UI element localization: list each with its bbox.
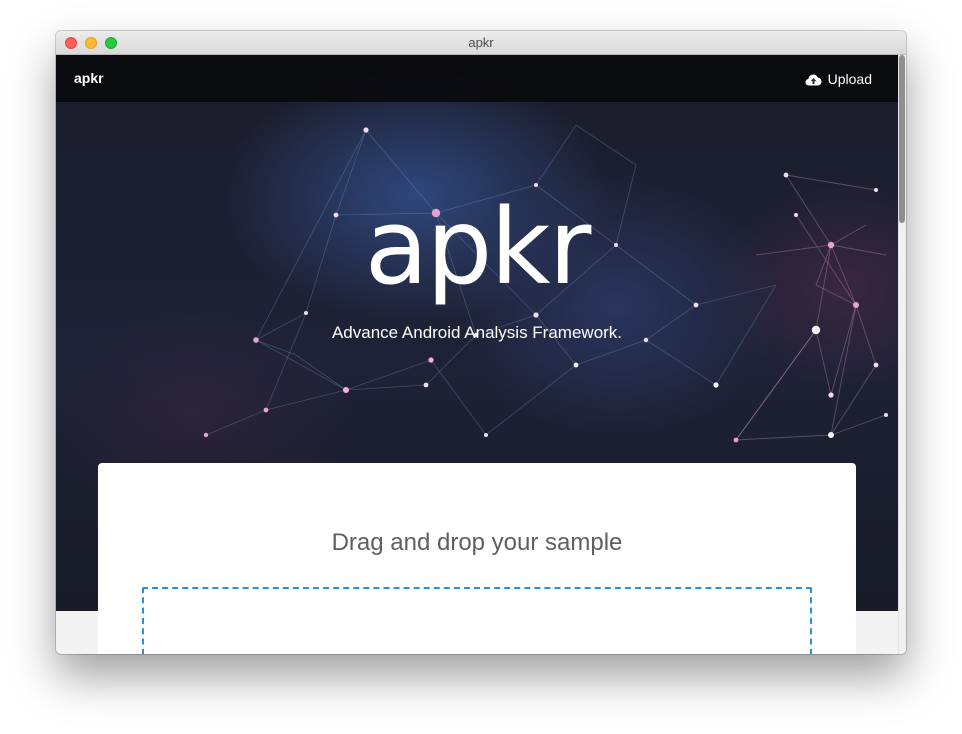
hero-logo: apkr <box>364 186 592 308</box>
scrollbar-thumb[interactable] <box>899 55 905 223</box>
window-title: apkr <box>468 35 494 50</box>
app-window: apkr apkr Upload apkr Advance Android An… <box>56 31 906 654</box>
top-navbar: apkr Upload <box>56 55 898 102</box>
upload-card: Drag and drop your sample <box>98 463 856 654</box>
cloud-upload-icon <box>805 74 822 85</box>
upload-button[interactable]: Upload <box>805 70 872 88</box>
brand-link[interactable]: apkr <box>74 70 104 86</box>
upload-label: Upload <box>827 71 872 87</box>
file-dropzone[interactable] <box>142 587 812 654</box>
hero-tagline: Advance Android Analysis Framework. <box>331 323 623 342</box>
title-bar: apkr <box>56 31 906 55</box>
page-viewport: apkr Upload apkr Advance Android Analysi… <box>56 55 906 654</box>
upload-card-title: Drag and drop your sample <box>331 529 623 556</box>
